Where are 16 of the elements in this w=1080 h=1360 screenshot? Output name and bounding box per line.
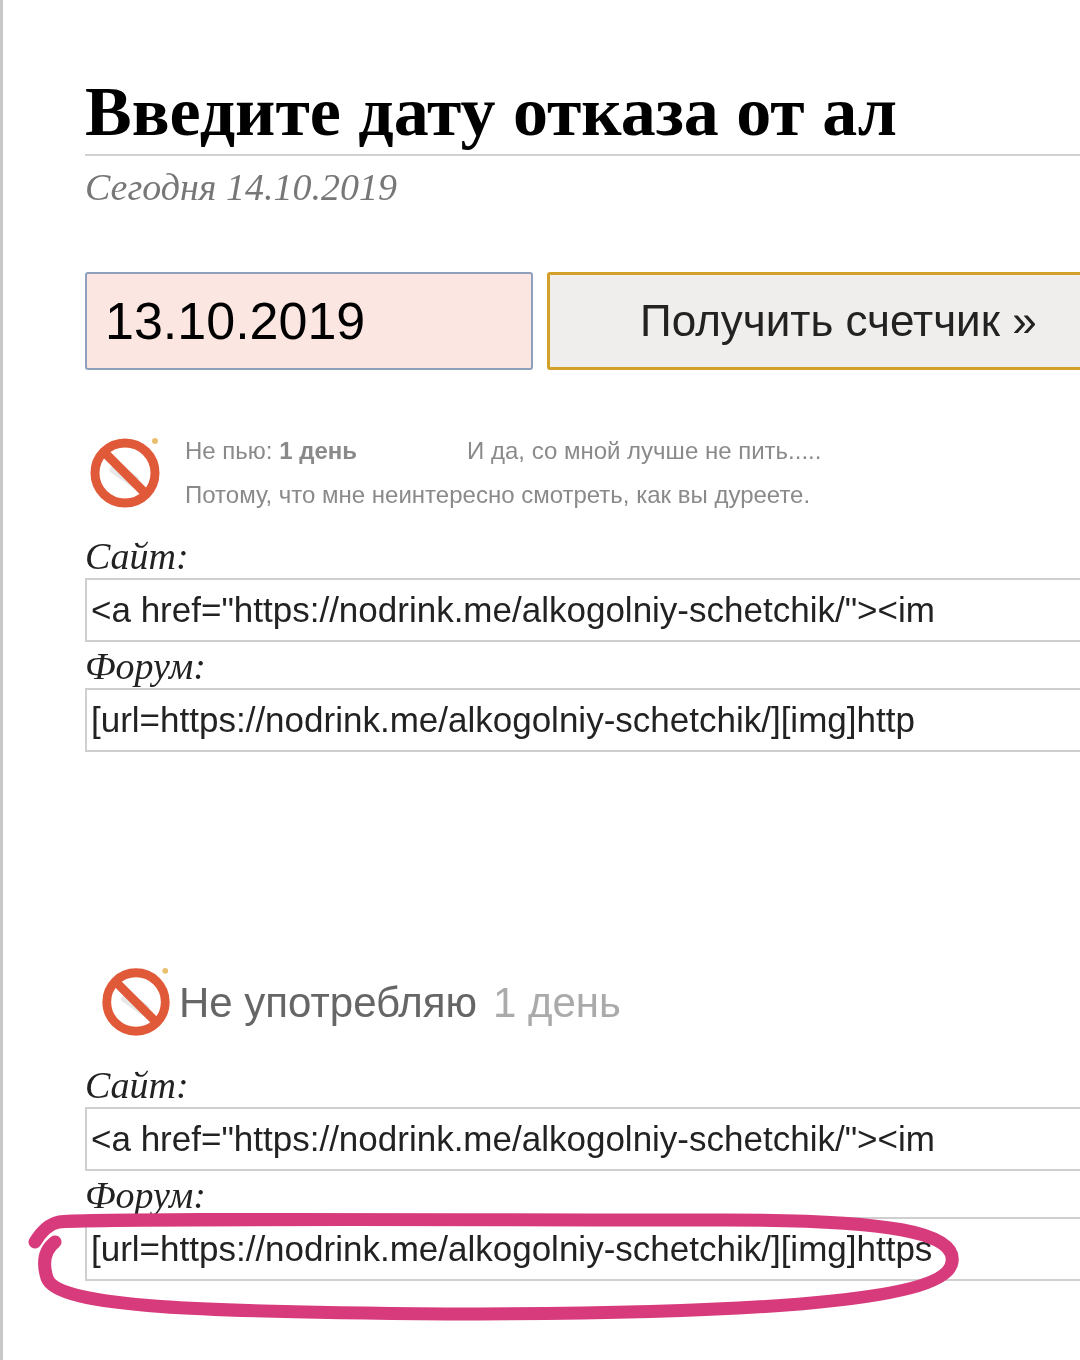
counter-days: Не пью: 1 день [185, 433, 358, 469]
date-field[interactable]: 13.10.2019 [85, 272, 533, 370]
counter-label: Не употребляю [179, 977, 477, 1028]
embed-code-field[interactable]: <a href="https://nodrink.me/alkogolniy-schetchik/"><im [85, 1107, 1080, 1171]
code-label: Форум: [85, 644, 207, 688]
get-counter-button[interactable]: Получить счетчик » [547, 272, 1080, 370]
code-label: Сайт: [85, 1063, 190, 1107]
code-label: Форум: [85, 1173, 207, 1217]
code-label: Сайт: [85, 534, 190, 578]
embed-code-field[interactable]: <a href="https://nodrink.me/alkogolniy-schetchik/"><im [85, 578, 1080, 642]
counter-reason: Потому, что мне неинтересно смотреть, как вы дуреете. [185, 480, 812, 510]
today-date: Сегодня 14.10.2019 [85, 165, 399, 210]
counter-slogan: И да, со мной лучше не пить..... [467, 436, 822, 466]
page-heading: Введите дату отказа от ал [85, 72, 1080, 156]
embed-code-field[interactable]: [url=https://nodrink.me/alkogolniy-schetchik/][img]http [85, 688, 1080, 752]
counter-days: 1 день [492, 970, 621, 1034]
